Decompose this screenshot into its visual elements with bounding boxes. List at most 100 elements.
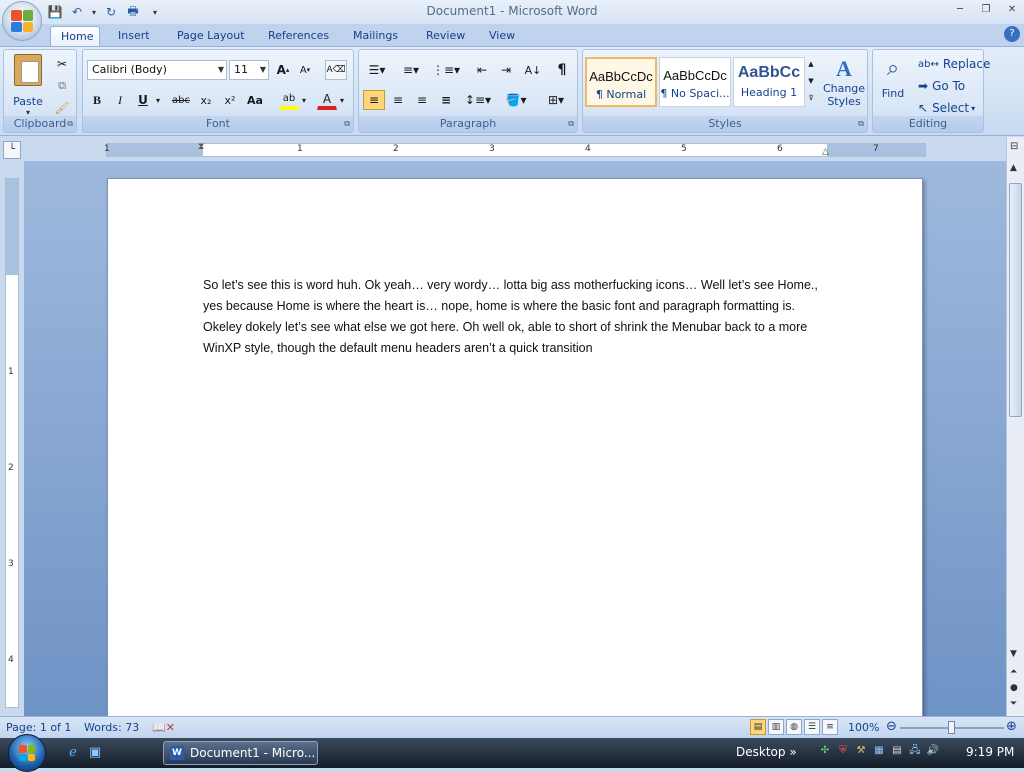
office-button[interactable] <box>2 1 42 41</box>
tray-app-icon[interactable]: ✣ <box>818 743 832 759</box>
undo-dropdown-icon[interactable]: ▾ <box>90 3 98 21</box>
superscript-button[interactable]: x² <box>219 90 241 110</box>
zoom-slider-thumb[interactable] <box>948 721 955 734</box>
font-name-dropdown-icon[interactable]: ▼ <box>218 61 224 79</box>
decrease-indent-icon[interactable]: ⇤ <box>471 60 493 80</box>
align-left-icon[interactable]: ≡ <box>363 90 385 110</box>
next-page-icon[interactable]: ⏷ <box>1010 699 1017 709</box>
tray-device-icon[interactable]: ▤ <box>890 743 904 759</box>
web-layout-icon[interactable]: ◍ <box>786 719 802 735</box>
line-spacing-icon[interactable]: ↕≡▾ <box>463 90 493 110</box>
grow-font-icon[interactable]: A ▴ <box>273 60 293 80</box>
subscript-button[interactable]: x₂ <box>195 90 217 110</box>
minimize-icon[interactable]: ─ <box>952 2 968 18</box>
scroll-thumb[interactable] <box>1009 183 1022 417</box>
font-color-icon[interactable]: A <box>317 90 337 110</box>
select-button[interactable]: ↖ Select ▾ <box>917 98 983 118</box>
replace-button[interactable]: ab↔ Replace <box>917 54 990 74</box>
change-styles-button[interactable]: A Change Styles <box>821 56 867 108</box>
show-desktop-icon[interactable]: ▣ <box>86 744 104 762</box>
zoom-level[interactable]: 100% <box>848 721 879 734</box>
goto-button[interactable]: ➡ Go To <box>917 76 983 96</box>
tab-mailings[interactable]: Mailings <box>343 26 408 46</box>
format-painter-icon[interactable]: 🖌 <box>52 98 72 118</box>
highlight-color-icon[interactable]: ab <box>279 90 299 110</box>
clipboard-launcher-icon[interactable]: ⧉ <box>67 119 73 129</box>
underline-button[interactable]: U <box>133 90 153 110</box>
change-case-button[interactable]: Aa <box>243 90 267 110</box>
tab-home[interactable]: Home <box>50 26 100 46</box>
vertical-ruler[interactable]: 1 2 3 4 <box>5 178 19 708</box>
proofing-icon[interactable]: 📖✕ <box>152 721 175 734</box>
sort-icon[interactable]: A↓ <box>521 60 545 80</box>
font-size-dropdown-icon[interactable]: ▼ <box>260 61 266 79</box>
document-page[interactable]: So let’s see this is word huh. Ok yeah… … <box>107 178 923 716</box>
find-button[interactable]: ⌕ Find <box>875 56 911 100</box>
tab-references[interactable]: References <box>258 26 339 46</box>
print-layout-icon[interactable]: ▤ <box>750 719 766 735</box>
quick-print-icon[interactable]: 🖶 <box>124 3 142 21</box>
font-launcher-icon[interactable]: ⧉ <box>344 119 350 129</box>
outline-icon[interactable]: ☰ <box>804 719 820 735</box>
font-name-combo[interactable]: Calibri (Body) ▼ <box>87 60 227 80</box>
clock[interactable]: 9:19 PM <box>966 745 1014 759</box>
ruler-toggle-icon[interactable]: ⊟ <box>1010 141 1018 152</box>
zoom-in-icon[interactable]: ⊕ <box>1006 719 1017 734</box>
help-icon[interactable]: ? <box>1004 26 1020 42</box>
styles-scroll-down-icon[interactable]: ▼ <box>805 73 817 89</box>
scroll-down-icon[interactable]: ▼ <box>1010 649 1017 659</box>
italic-button[interactable]: I <box>110 90 130 110</box>
show-hide-pilcrow-button[interactable]: ¶ <box>551 60 573 80</box>
document-area[interactable]: So let’s see this is word huh. Ok yeah… … <box>24 161 1006 716</box>
font-color-dropdown-icon[interactable]: ▾ <box>337 90 347 110</box>
previous-page-icon[interactable]: ⏶ <box>1010 667 1017 677</box>
tray-monitor-icon[interactable]: ▦ <box>872 743 886 759</box>
clear-formatting-icon[interactable]: A⌫ <box>325 60 347 80</box>
borders-icon[interactable]: ⊞▾ <box>539 90 573 110</box>
tray-tool-icon[interactable]: ⚒ <box>854 743 868 759</box>
tab-page-layout[interactable]: Page Layout <box>167 26 255 46</box>
redo-icon[interactable]: ↻ <box>102 3 120 21</box>
align-right-icon[interactable]: ≡ <box>411 90 433 110</box>
bullets-icon[interactable]: ☰▾ <box>363 60 391 80</box>
tab-insert[interactable]: Insert <box>108 26 160 46</box>
zoom-out-icon[interactable]: ⊖ <box>886 719 897 734</box>
browse-object-icon[interactable]: ● <box>1010 683 1018 693</box>
document-text[interactable]: So let’s see this is word huh. Ok yeah… … <box>203 275 823 359</box>
network-icon[interactable]: 🖧 <box>908 743 922 759</box>
shrink-font-icon[interactable]: A ▾ <box>295 60 315 80</box>
font-size-combo[interactable]: 11 ▼ <box>229 60 269 80</box>
justify-icon[interactable]: ≡ <box>435 90 457 110</box>
vertical-scrollbar[interactable]: ⊟ ▲ ▼ ⏶ ● ⏷ <box>1006 137 1024 716</box>
tab-selector-icon[interactable]: └ <box>3 141 21 159</box>
zoom-slider[interactable] <box>900 721 1004 734</box>
undo-icon[interactable]: ↶ <box>68 3 86 21</box>
full-screen-reading-icon[interactable]: ▥ <box>768 719 784 735</box>
horizontal-ruler[interactable]: 1 1 2 3 4 5 6 7 ⧗ △ <box>104 142 926 157</box>
cut-icon[interactable]: ✂ <box>52 54 72 74</box>
save-icon[interactable]: 💾 <box>46 3 64 21</box>
tab-view[interactable]: View <box>479 26 525 46</box>
security-shield-icon[interactable]: ⛨ <box>836 743 850 759</box>
close-icon[interactable]: ✕ <box>1004 2 1020 18</box>
underline-dropdown-icon[interactable]: ▾ <box>153 90 163 110</box>
internet-explorer-icon[interactable]: ℯ <box>64 744 82 762</box>
volume-icon[interactable]: 🔊 <box>926 743 940 759</box>
page-count[interactable]: Page: 1 of 1 <box>6 721 71 734</box>
style-no-spacing[interactable]: AaBbCcDc ¶ No Spaci... <box>659 57 731 107</box>
style-heading-1[interactable]: AaBbCc Heading 1 <box>733 57 805 107</box>
highlight-dropdown-icon[interactable]: ▾ <box>299 90 309 110</box>
increase-indent-icon[interactable]: ⇥ <box>495 60 517 80</box>
bold-button[interactable]: B <box>87 90 107 110</box>
multilevel-list-icon[interactable]: ⋮≡▾ <box>431 60 461 80</box>
styles-scroll-up-icon[interactable]: ▲ <box>805 56 817 72</box>
right-indent-marker-icon[interactable]: △ <box>822 147 829 157</box>
desktop-toolbar[interactable]: Desktop » <box>736 745 797 759</box>
strikethrough-button[interactable]: abc <box>169 90 193 110</box>
tab-review[interactable]: Review <box>416 26 475 46</box>
style-normal[interactable]: AaBbCcDc ¶ Normal <box>585 57 657 107</box>
start-button[interactable] <box>8 734 46 772</box>
paragraph-launcher-icon[interactable]: ⧉ <box>568 119 574 129</box>
paste-button[interactable]: Paste ▾ <box>8 54 48 117</box>
draft-icon[interactable]: ≡ <box>822 719 838 735</box>
